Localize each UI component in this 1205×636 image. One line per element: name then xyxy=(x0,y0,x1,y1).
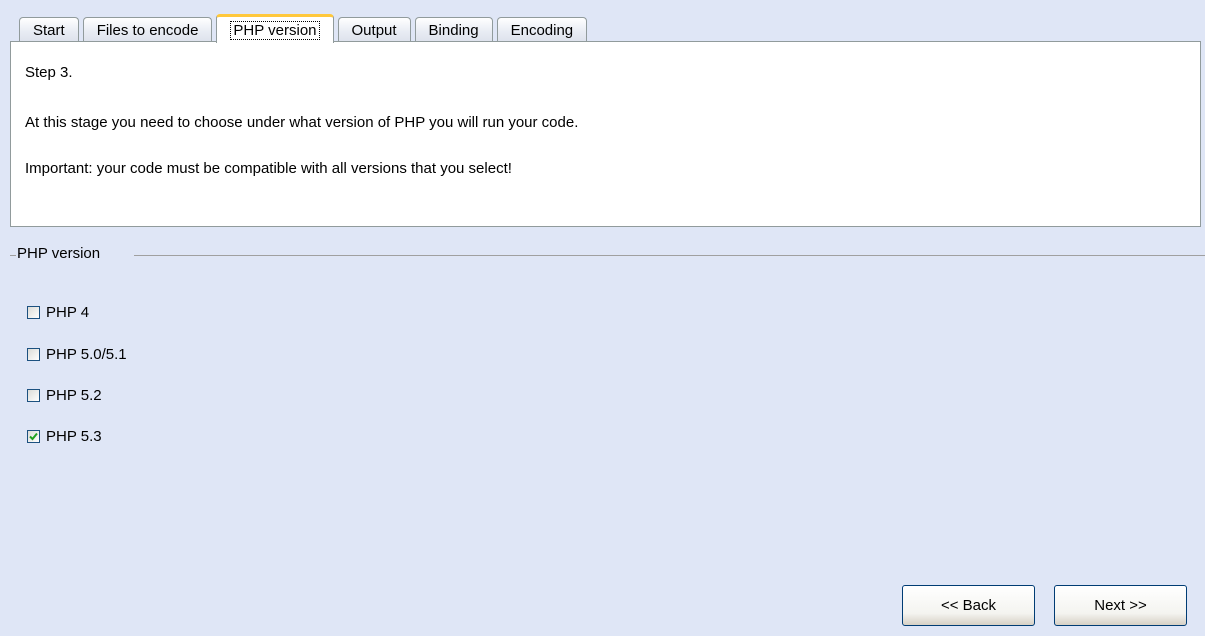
php52-option[interactable]: PHP 5.2 xyxy=(27,385,102,405)
step-warning: Important: your code must be compatible … xyxy=(25,160,512,177)
tab-files-to-encode[interactable]: Files to encode xyxy=(82,17,213,42)
php52-checkbox[interactable] xyxy=(27,388,40,402)
tab-label: PHP version xyxy=(230,20,320,40)
tab-encoding[interactable]: Encoding xyxy=(496,17,588,42)
tab-label: Binding xyxy=(428,21,479,39)
php53-checkbox[interactable] xyxy=(27,429,40,443)
php53-option[interactable]: PHP 5.3 xyxy=(27,426,102,446)
php50-51-label: PHP 5.0/5.1 xyxy=(46,345,127,363)
back-button[interactable]: << Back xyxy=(902,585,1035,626)
tab-bar: Start Files to encode PHP version Output… xyxy=(19,14,591,43)
php4-option[interactable]: PHP 4 xyxy=(27,302,89,322)
tab-binding[interactable]: Binding xyxy=(414,17,493,42)
php50-51-checkbox[interactable] xyxy=(27,347,40,361)
tab-label: Start xyxy=(33,21,65,39)
group-divider xyxy=(134,255,1205,256)
checkmark-icon xyxy=(29,432,38,440)
tab-php-version[interactable]: PHP version xyxy=(216,14,334,43)
next-button[interactable]: Next >> xyxy=(1054,585,1187,626)
tab-start[interactable]: Start xyxy=(19,17,79,42)
step-description: At this stage you need to choose under w… xyxy=(25,114,579,131)
tab-label: Output xyxy=(351,21,397,39)
php4-label: PHP 4 xyxy=(46,303,90,321)
tab-label: Files to encode xyxy=(96,21,199,39)
step-heading: Step 3. xyxy=(25,64,73,81)
php50-51-option[interactable]: PHP 5.0/5.1 xyxy=(27,344,127,364)
php4-checkbox[interactable] xyxy=(27,305,40,319)
tab-output[interactable]: Output xyxy=(337,17,411,42)
php52-label: PHP 5.2 xyxy=(46,386,102,404)
php53-label: PHP 5.3 xyxy=(46,427,102,445)
step-info-panel: Step 3. At this stage you need to choose… xyxy=(10,41,1201,227)
tab-label: Encoding xyxy=(510,21,574,39)
php-version-group-title: PHP version xyxy=(17,245,104,262)
php-version-group-header: PHP version xyxy=(10,245,1205,265)
group-divider xyxy=(10,255,16,256)
